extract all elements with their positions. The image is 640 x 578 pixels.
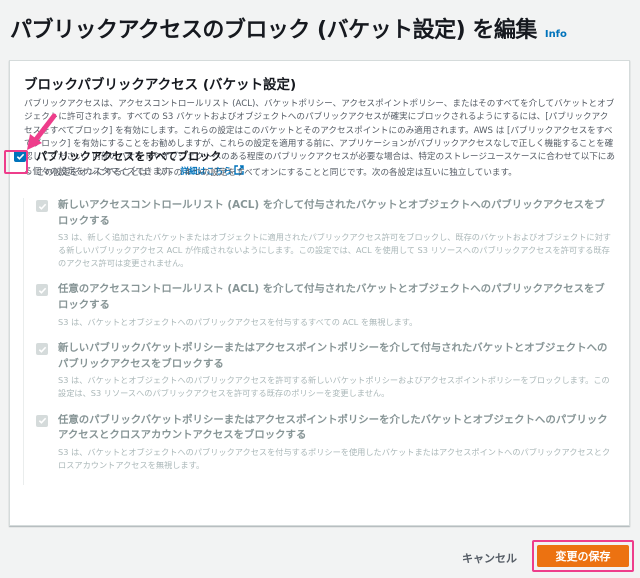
any-acl-title: 任意のアクセスコントロールリスト (ACL) を介して付与されたバケットとオブジ…: [58, 283, 605, 311]
checkbox-highlight: [4, 150, 28, 174]
panel-title: ブロックパブリックアクセス (バケット設定): [24, 77, 297, 93]
setting-new-acl: 新しいアクセスコントロールリスト (ACL) を介して付与されたバケットとオブジ…: [36, 198, 613, 269]
new-acl-title: 新しいアクセスコントロールリスト (ACL) を介して付与されたバケットとオブジ…: [58, 199, 605, 227]
check-icon: [38, 203, 46, 210]
block-all-label: パブリックアクセスをすべてブロック: [36, 150, 222, 163]
info-link[interactable]: Info: [545, 29, 567, 40]
page-title: パブリックアクセスのブロック (バケット設定) を編集: [10, 18, 537, 43]
block-all-description: この設定をオンにすることは、以下の 4 つの設定をすべてオンにすることと同じです…: [36, 167, 517, 178]
individual-settings: 新しいアクセスコントロールリスト (ACL) を介して付与されたバケットとオブジ…: [23, 198, 613, 485]
any-policy-checkbox[interactable]: [36, 414, 48, 427]
new-acl-description: S3 は、新しく追加されたバケットまたはオブジェクトに適用されたパブリックアクセ…: [58, 232, 611, 268]
any-acl-checkbox[interactable]: [36, 284, 48, 297]
block-all-public-access: パブリックアクセスをすべてブロック この設定をオンにすることは、以下の 4 つの…: [14, 150, 626, 178]
check-icon: [38, 287, 46, 294]
arrow-icon: [27, 113, 57, 150]
new-policy-description: S3 は、バケットとオブジェクトへのパブリックアクセスを許可する新しいバケットポ…: [58, 375, 610, 399]
setting-any-acl: 任意のアクセスコントロールリスト (ACL) を介して付与されたバケットとオブジ…: [36, 282, 613, 328]
new-policy-title: 新しいパブリックバケットポリシーまたはアクセスポイントポリシーを介して付与された…: [58, 342, 608, 370]
cancel-button[interactable]: キャンセル: [462, 550, 517, 566]
setting-any-policy: 任意のパブリックバケットポリシーまたはアクセスポイントポリシーを介したバケットと…: [36, 413, 613, 472]
setting-new-policy: 新しいパブリックバケットポリシーまたはアクセスポイントポリシーを介して付与された…: [36, 341, 613, 400]
check-icon: [38, 418, 46, 425]
any-policy-description: S3 は、バケットとオブジェクトへのパブリックアクセスを付与するポリシーを使用し…: [58, 447, 611, 470]
save-button-highlight: 変更の保存: [532, 540, 634, 572]
new-acl-checkbox[interactable]: [36, 200, 48, 212]
page-header: パブリックアクセスのブロック (バケット設定) を編集 Info: [10, 12, 567, 44]
any-policy-title: 任意のパブリックバケットポリシーまたはアクセスポイントポリシーを介したバケットと…: [58, 413, 608, 442]
any-acl-description: S3 は、バケットとオブジェクトへのパブリックアクセスを付与するすべての ACL…: [58, 316, 418, 327]
form-actions: キャンセル 変更の保存: [0, 540, 640, 572]
new-policy-checkbox[interactable]: [36, 343, 48, 356]
check-icon: [38, 346, 46, 353]
save-changes-button[interactable]: 変更の保存: [537, 545, 629, 567]
